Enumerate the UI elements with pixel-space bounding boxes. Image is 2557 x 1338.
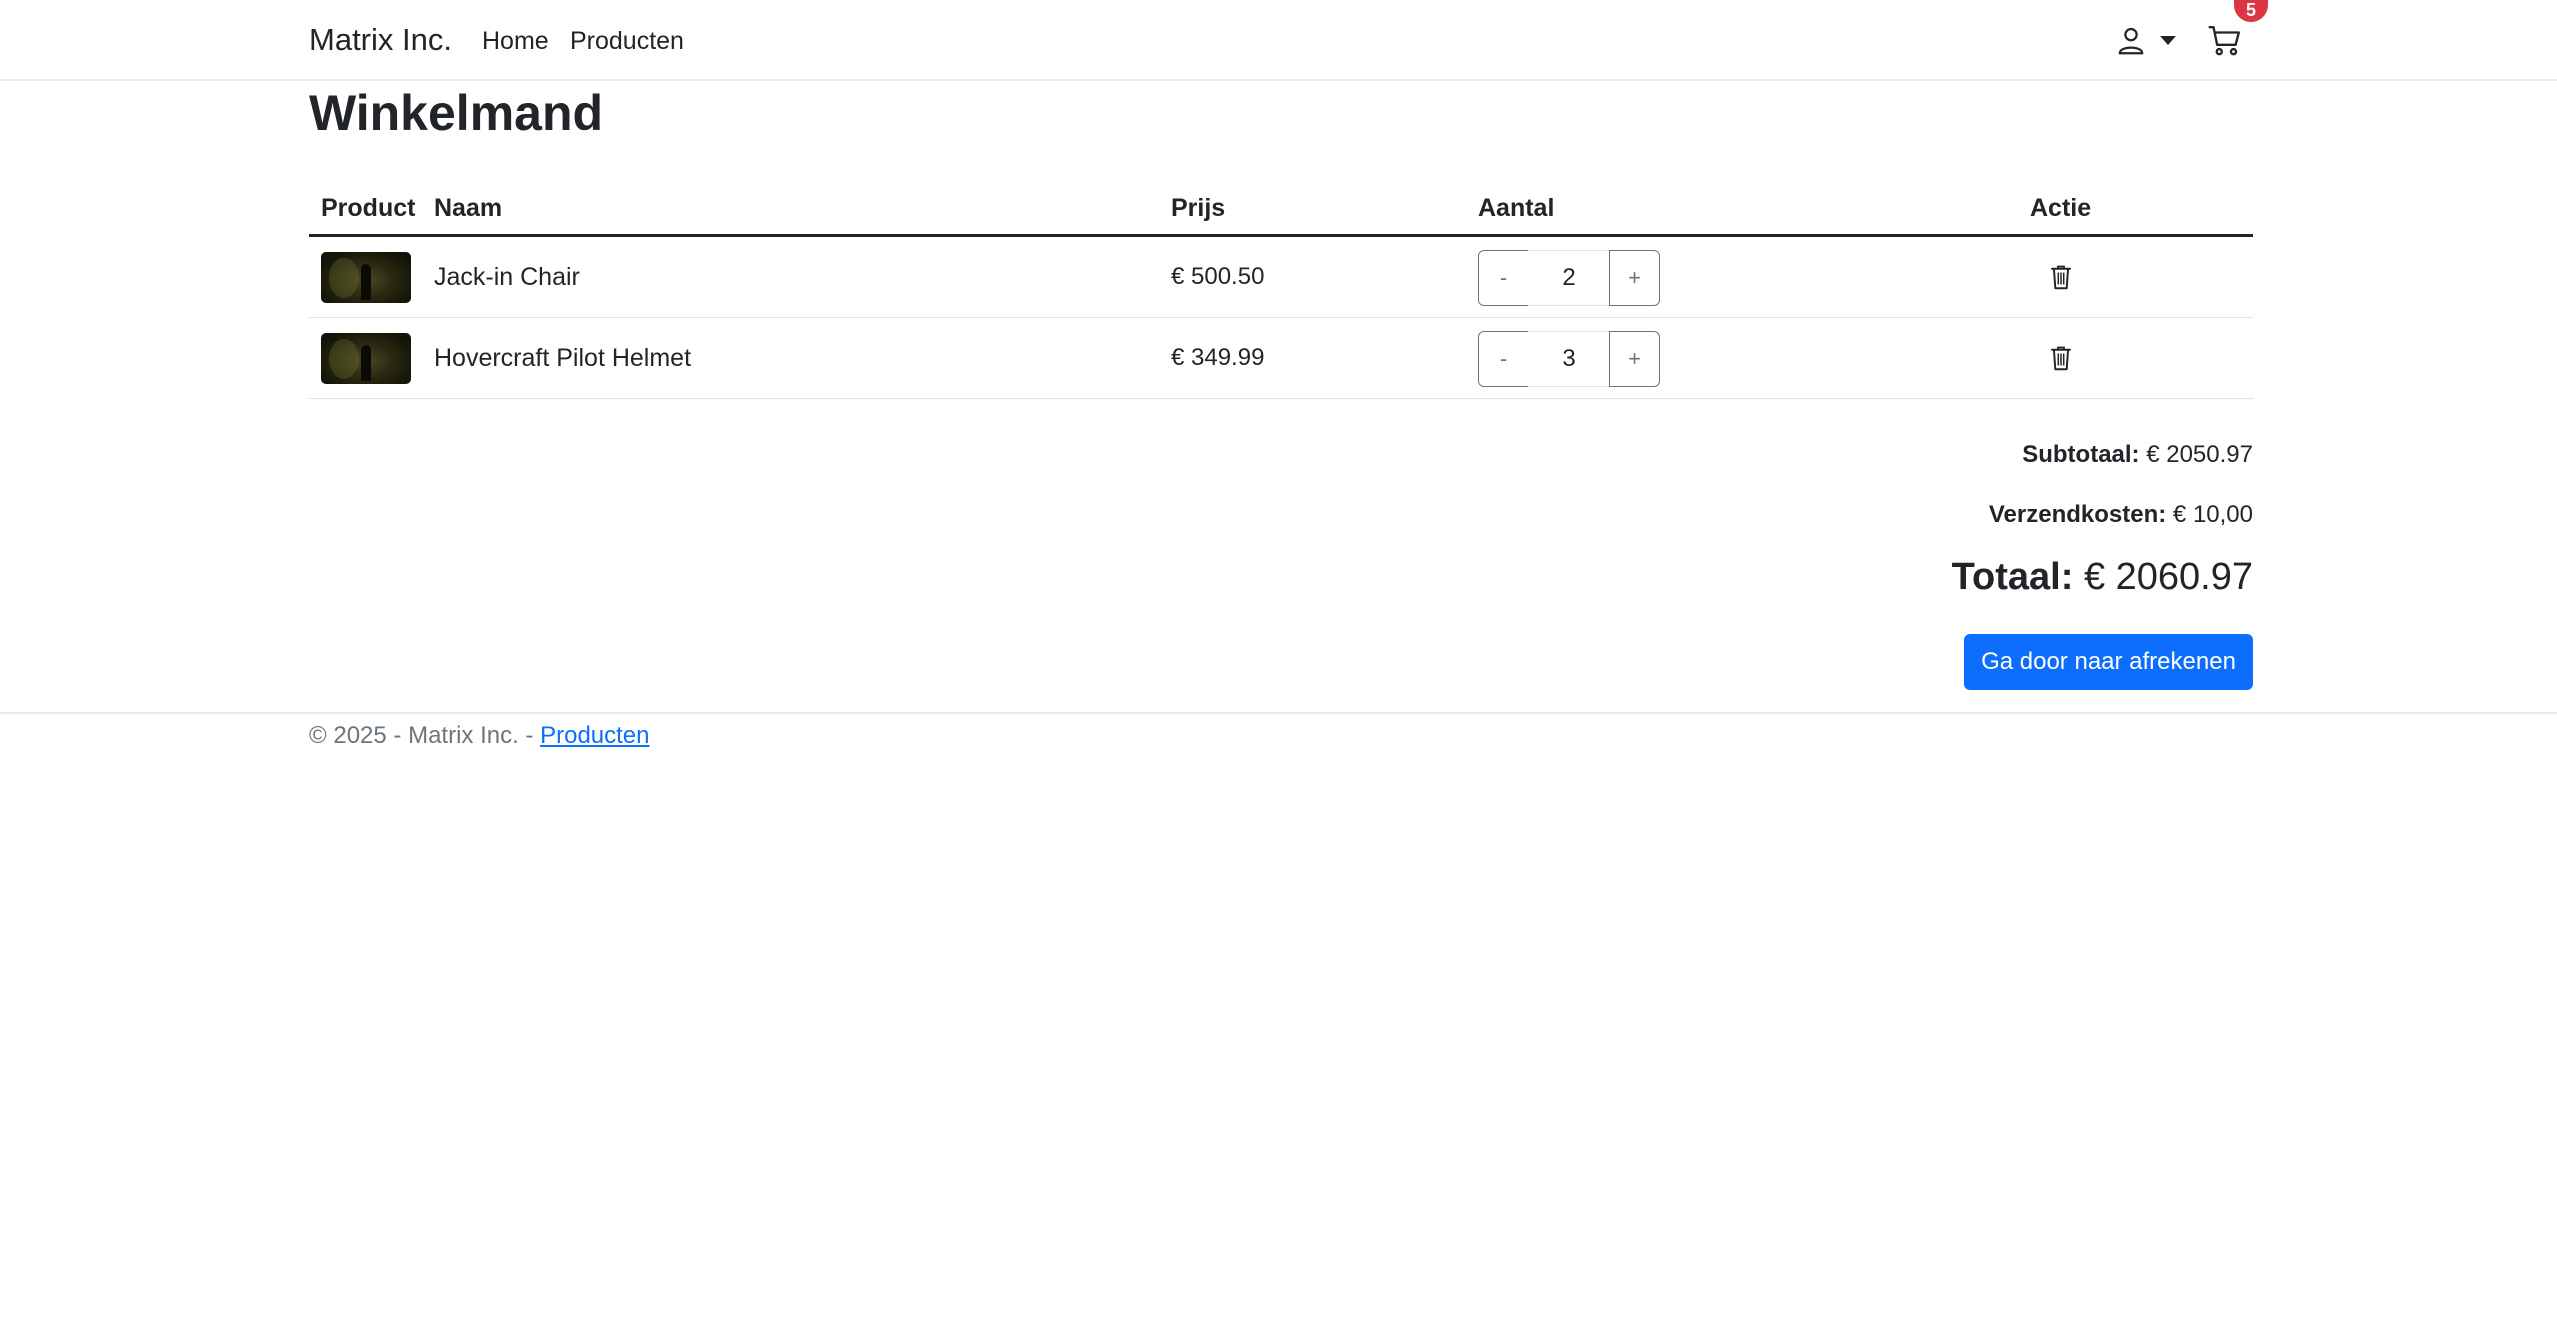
shipping-label: Verzendkosten: [1988,501,2167,528]
total-value: € 2060.97 [2083,556,2253,598]
product-name: Hovercraft Pilot Helmet [434,344,692,372]
nav-link-home[interactable]: Home [482,27,549,56]
decrease-quantity-button[interactable]: - [1478,250,1529,306]
cart-icon [2208,26,2240,56]
shipping-line: Verzendkosten: € 10,00 [1989,501,2253,529]
chevron-down-icon [2160,36,2176,45]
table-header: Product Naam Prijs Aantal Actie [309,180,2253,237]
subtotal-line: Subtotaal: € 2050.97 [2022,441,2253,469]
subtotal-label: Subtotaal: [2022,441,2140,468]
total-line: Totaal: € 2060.97 [1952,556,2253,599]
trash-icon[interactable] [2049,263,2073,291]
increase-quantity-button[interactable]: + [1609,250,1660,306]
shipping-value: € 10,00 [2172,501,2253,528]
footer-copyright: © 2025 - Matrix Inc. - [309,722,541,749]
brand-logo[interactable]: Matrix Inc. [309,22,452,58]
quantity-stepper: - + [1478,331,1660,387]
cart-count-badge: 5 [2234,0,2268,22]
header-product: Product [321,194,416,222]
footer: © 2025 - Matrix Inc. - Producten [0,712,2557,762]
checkout-button[interactable]: Ga door naar afrekenen [1964,634,2253,690]
trash-icon[interactable] [2049,344,2073,372]
header-aantal: Aantal [1478,194,1555,222]
person-icon [2118,27,2144,55]
quantity-input[interactable] [1528,250,1610,306]
total-label: Totaal: [1951,556,2074,598]
user-menu-toggle[interactable] [2116,26,2176,58]
product-name: Jack-in Chair [434,263,580,291]
product-price: € 500.50 [1171,263,1265,290]
cart-table: Product Naam Prijs Aantal Actie Jack-in … [309,180,2253,399]
nav-link-producten[interactable]: Producten [570,27,684,56]
table-row: Jack-in Chair € 500.50 - + [309,237,2253,318]
subtotal-value: € 2050.97 [2146,441,2253,468]
decrease-quantity-button[interactable]: - [1478,331,1529,387]
quantity-input[interactable] [1528,331,1610,387]
footer-link-producten[interactable]: Producten [540,722,649,749]
cart-button[interactable] [2208,24,2242,58]
page-title: Winkelmand [309,85,604,141]
navbar: Matrix Inc. Home Producten 5 [0,0,2557,81]
header-prijs: Prijs [1171,194,1226,222]
product-price: € 349.99 [1171,344,1265,371]
footer-text: © 2025 - Matrix Inc. - Producten [309,722,650,750]
table-row: Hovercraft Pilot Helmet € 349.99 - + [309,318,2253,399]
header-actie: Actie [2030,194,2092,222]
product-thumbnail [321,333,411,384]
product-thumbnail [321,252,411,303]
increase-quantity-button[interactable]: + [1609,331,1660,387]
header-naam: Naam [434,194,503,222]
quantity-stepper: - + [1478,250,1660,306]
